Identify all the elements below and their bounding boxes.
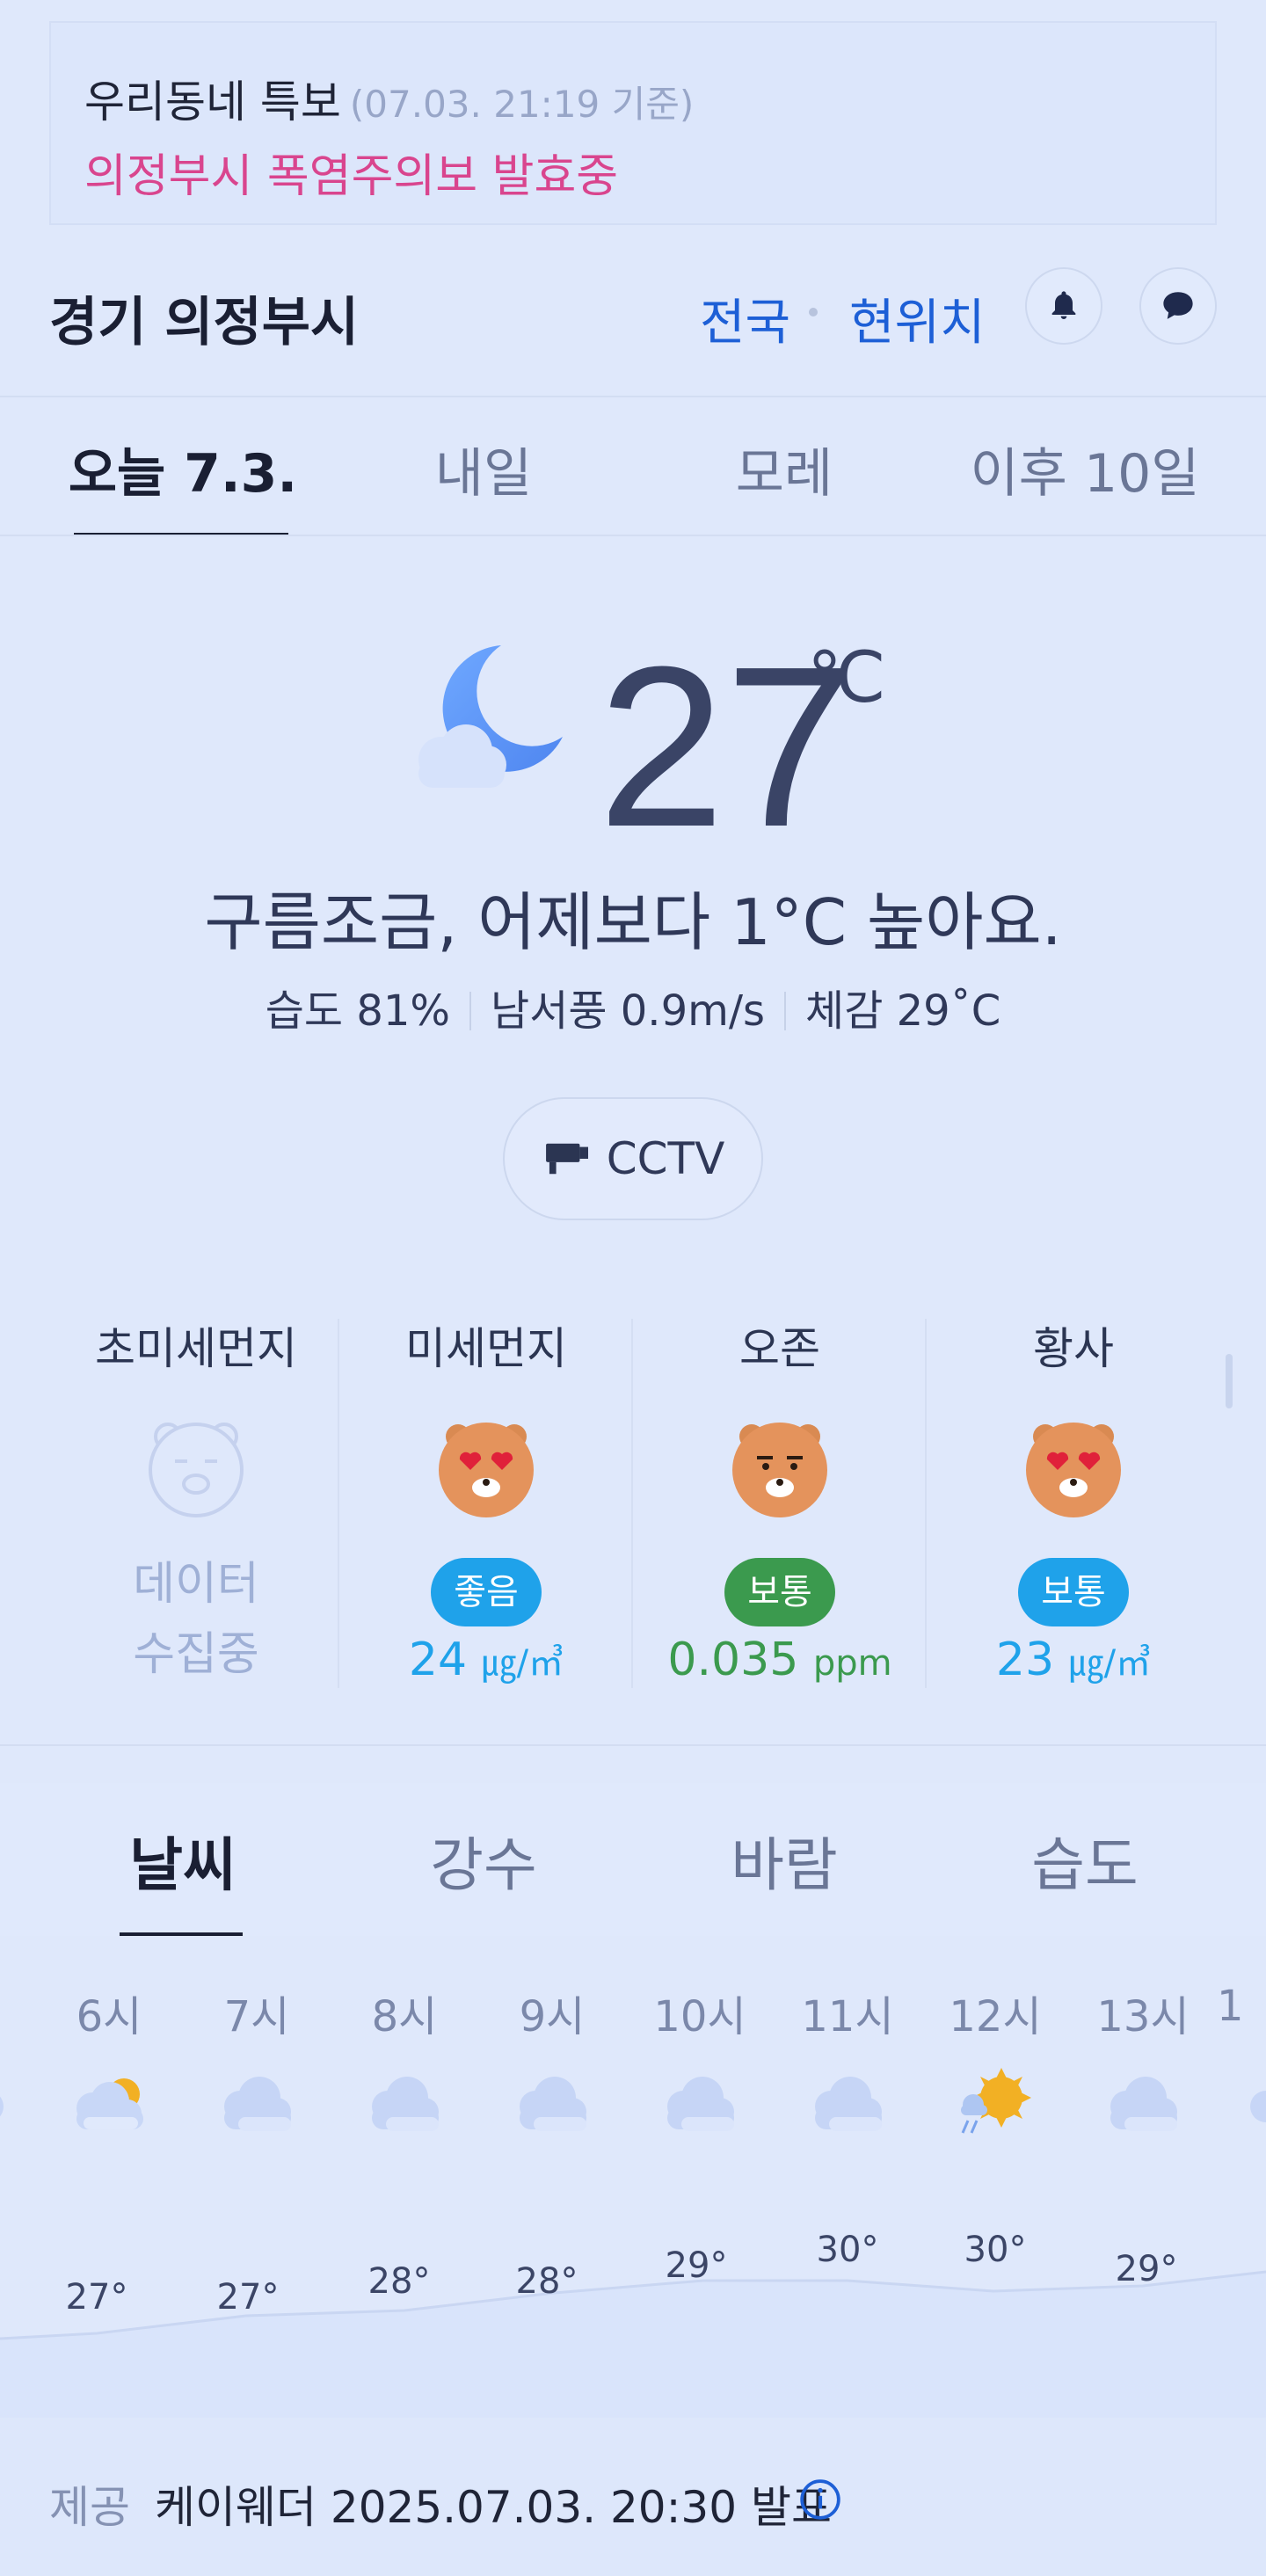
tab-weather[interactable]: 날씨 — [32, 1818, 334, 1903]
air-value: 24 ㎍/㎥ — [339, 1634, 633, 1686]
temperature-unit: ℃ — [807, 638, 886, 717]
partial-cloud-icon — [1250, 2091, 1266, 2122]
hour-temperature: 27° — [65, 2277, 128, 2318]
cloudy-icon — [183, 2063, 331, 2150]
air-value-number: 23 — [995, 1634, 1055, 1686]
cctv-button[interactable]: CCTV — [503, 1097, 763, 1220]
cloudy-icon — [331, 2063, 478, 2150]
air-item-yellow-dust[interactable]: 황사 보통 23 ㎍/㎥ — [927, 1301, 1220, 1686]
sun-rain-icon — [921, 2063, 1069, 2150]
weather-details: 습도 81% 남서풍 0.9m/s 체감 29˚C — [0, 976, 1266, 1037]
air-value: 23 ㎍/㎥ — [927, 1634, 1220, 1686]
alert-title: 우리동네 특보 — [84, 76, 341, 127]
divider — [0, 1744, 1266, 1746]
air-item-ozone[interactable]: 오존 보통 0.035 ppm — [633, 1301, 927, 1686]
provider-footer: 제공 케이웨더 2025.07.03. 20:30 발표 — [0, 2418, 1266, 2576]
hour-label: 12시 — [949, 1992, 1042, 2041]
data-collecting-status: 데이터 수집중 — [49, 1549, 343, 1690]
link-separator-dot — [809, 308, 818, 317]
hour-temperature: 28° — [367, 2261, 431, 2302]
ryan-heart-eyes-icon — [439, 1423, 534, 1517]
hour-label-partial: 1 — [1217, 1982, 1244, 2031]
hour-temperature: 29° — [1115, 2249, 1178, 2289]
collecting-line-1: 데이터 — [133, 1558, 259, 1611]
air-value-unit: ㎍/㎥ — [481, 1643, 564, 1684]
cloud-sun-icon — [35, 2063, 183, 2150]
hour-label: 8시 — [371, 1992, 438, 2041]
partial-cloud-icon — [0, 2096, 4, 2117]
provider-label: 제공 — [49, 2482, 130, 2533]
air-value-number: 0.035 — [667, 1634, 799, 1686]
hour-temperature: 29° — [665, 2245, 728, 2286]
tab-humidity[interactable]: 습도 — [934, 1818, 1236, 1903]
info-icon[interactable] — [798, 2478, 842, 2521]
cloudy-icon — [626, 2063, 774, 2150]
chat-bubble-icon — [1163, 292, 1193, 319]
hour-temperature: 28° — [515, 2261, 578, 2302]
wind: 남서풍 0.9m/s — [491, 986, 766, 1036]
hour-label: 6시 — [76, 1992, 142, 2041]
tab-next-10-days[interactable]: 이후 10일 — [934, 431, 1236, 507]
location-header: 경기 의정부시 전국 현위치 — [0, 264, 1266, 396]
air-value-number: 24 — [408, 1634, 468, 1686]
air-item-fine-dust[interactable]: 미세먼지 좋음 24 ㎍/㎥ — [339, 1301, 633, 1686]
cctv-camera-icon — [545, 1143, 588, 1175]
cctv-label: CCTV — [606, 1133, 725, 1184]
air-value-unit: ㎍/㎥ — [1068, 1643, 1152, 1684]
humidity: 습도 81% — [265, 986, 451, 1036]
air-status-badge: 보통 — [1018, 1558, 1129, 1626]
alert-time: (07.03. 21:19 기준) — [349, 83, 695, 126]
hour-label: 10시 — [653, 1992, 746, 2041]
alert-title-line: 우리동네 특보 (07.03. 21:19 기준) — [84, 67, 694, 130]
air-status-badge: 좋음 — [431, 1558, 542, 1626]
cloudy-icon — [774, 2063, 921, 2150]
air-item-title: 오존 — [739, 1323, 820, 1374]
air-value-unit: ppm — [812, 1643, 892, 1684]
tab-tomorrow[interactable]: 내일 — [332, 431, 635, 507]
ryan-heart-eyes-icon — [1026, 1423, 1121, 1517]
hour-label: 9시 — [519, 1992, 586, 2041]
nationwide-link[interactable]: 전국 — [700, 283, 790, 354]
tab-day-after-tomorrow[interactable]: 모레 — [633, 431, 935, 507]
chat-button[interactable] — [1139, 267, 1217, 345]
hourly-forecast[interactable]: 6시 7시 8시 9시 10시 11시 12시 13시 1 27° 27° 28… — [0, 1936, 1266, 2418]
current-location-link[interactable]: 현위치 — [849, 283, 986, 354]
weather-alert-box[interactable]: 우리동네 특보 (07.03. 21:19 기준) 의정부시 폭염주의보 발효중 — [49, 21, 1217, 225]
ryan-neutral-icon — [732, 1423, 827, 1517]
bell-icon — [1051, 291, 1076, 319]
moon-cloud-icon — [418, 645, 563, 788]
hour-temperature: 27° — [216, 2277, 280, 2318]
alert-message: 의정부시 폭염주의보 발효중 — [84, 150, 619, 203]
horizontal-scroll-indicator[interactable] — [1226, 1354, 1233, 1408]
hour-label: 7시 — [223, 1992, 290, 2041]
forecast-detail-tabs: 날씨 강수 바람 습도 — [0, 1783, 1266, 1936]
tab-wind[interactable]: 바람 — [633, 1818, 935, 1903]
tab-today[interactable]: 오늘 7.3. — [32, 431, 334, 507]
divider — [0, 535, 1266, 536]
feels-like: 체감 29˚C — [805, 986, 1001, 1036]
cloudy-icon — [1069, 2063, 1217, 2150]
tab-precipitation[interactable]: 강수 — [332, 1818, 635, 1903]
hour-label: 11시 — [801, 1992, 894, 2041]
detail-separator — [784, 992, 787, 1030]
hour-temperature: 30° — [816, 2230, 879, 2270]
weather-summary: 구름조금, 어제보다 1°C 높아요. — [204, 885, 1062, 959]
air-value: 0.035 ppm — [633, 1634, 927, 1686]
day-tabs: 오늘 7.3. 내일 모레 이후 10일 — [0, 397, 1266, 536]
cloudy-icon — [478, 2063, 626, 2150]
hour-label: 13시 — [1096, 1992, 1190, 2041]
collecting-line-2: 수집중 — [133, 1628, 259, 1681]
hour-temperature: 30° — [964, 2230, 1027, 2270]
air-item-title: 초미세먼지 — [95, 1323, 297, 1374]
notification-button[interactable] — [1025, 267, 1102, 345]
detail-separator — [469, 992, 472, 1030]
air-item-ultrafine-dust[interactable]: 초미세먼지 데이터 수집중 — [49, 1301, 343, 1690]
air-status-badge: 보통 — [724, 1558, 835, 1626]
air-quality-panel: 초미세먼지 데이터 수집중 미세먼지 좋음 24 ㎍/㎥ 오존 보통 0.035… — [0, 1301, 1266, 1688]
location-name: 경기 의정부시 — [49, 292, 360, 353]
ryan-face-inactive-icon — [149, 1423, 244, 1517]
provider-text: 케이웨더 2025.07.03. 20:30 발표 — [155, 2482, 832, 2533]
air-item-title: 미세먼지 — [405, 1323, 567, 1374]
air-item-title: 황사 — [1033, 1323, 1114, 1374]
